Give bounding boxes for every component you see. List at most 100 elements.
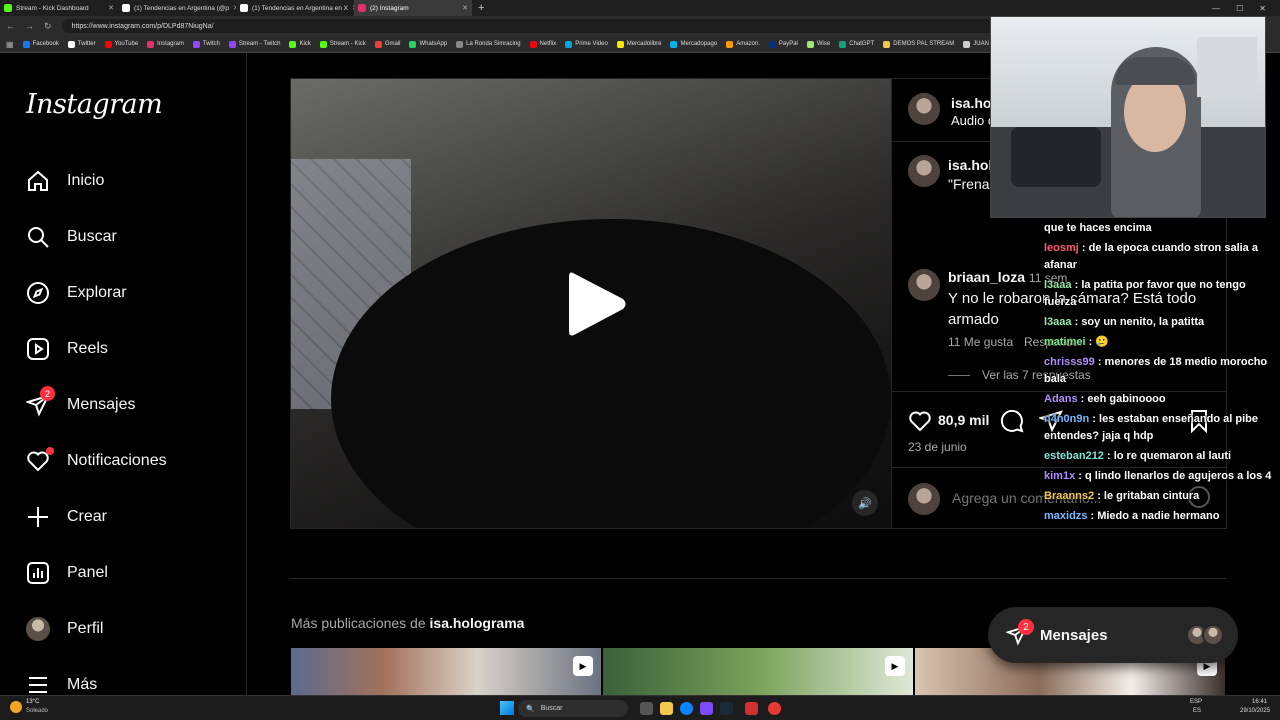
maximize-button[interactable]: ☐ — [1236, 4, 1243, 13]
sidebar-item-buscar[interactable]: Buscar — [26, 221, 117, 253]
chat-username[interactable]: l3aaa — [1044, 279, 1072, 291]
bookmark-icon — [192, 40, 200, 48]
bookmark[interactable]: ChatGPT — [839, 40, 874, 48]
taskbar-search[interactable]: 🔍 Buscar — [518, 700, 628, 717]
close-tab-icon[interactable]: ✕ — [108, 4, 114, 12]
bookmark[interactable]: La Ronda Simracing — [456, 40, 521, 48]
chat-username[interactable]: matimei — [1044, 336, 1086, 348]
sidebar-item-mensajes[interactable]: 2 Mensajes — [26, 386, 135, 421]
sidebar-item-explorar[interactable]: Explorar — [26, 277, 127, 309]
comment-username[interactable]: briaan_loza — [948, 269, 1025, 285]
chat-username[interactable]: maxidzs — [1044, 510, 1087, 522]
messages-pill[interactable]: 2 Mensajes — [988, 607, 1238, 663]
app-icon[interactable] — [768, 702, 781, 715]
bookmark[interactable]: Mercadolibre — [616, 40, 661, 48]
bookmark[interactable]: Stream - Twitch — [228, 40, 280, 48]
bookmark[interactable]: Twitch — [192, 40, 220, 48]
chat-text: soy un nenito, la patitta — [1081, 316, 1205, 328]
comment-likes[interactable]: 11 Me gusta — [948, 335, 1013, 349]
back-icon[interactable]: ← — [6, 21, 15, 31]
sidebar-item-label: Notificaciones — [67, 452, 167, 469]
instagram-logo[interactable]: Instagram — [26, 89, 163, 120]
post-thumbnail[interactable]: ▶ — [603, 648, 913, 695]
comment-icon[interactable] — [1000, 409, 1024, 433]
close-tab-icon[interactable]: ✕ — [462, 4, 468, 12]
sidebar-item-label: Explorar — [67, 284, 127, 301]
bookmark[interactable]: Instagram — [147, 40, 184, 48]
sidebar-item-reels[interactable]: Reels — [26, 333, 108, 365]
play-icon[interactable] — [561, 269, 631, 339]
chat-username[interactable]: n4n0n9n — [1044, 413, 1089, 425]
reload-icon[interactable]: ↻ — [44, 21, 52, 32]
bookmark[interactable]: Prime Video — [565, 40, 608, 48]
language-label[interactable]: ESP — [1190, 699, 1202, 705]
clock-time[interactable]: 16:41 — [1252, 699, 1267, 705]
sidebar-item-inicio[interactable]: Inicio — [26, 165, 104, 197]
bookmark[interactable]: Facebook — [22, 40, 59, 48]
app-icon[interactable] — [700, 702, 713, 715]
bookmark[interactable]: Wise — [806, 40, 831, 48]
bookmark[interactable]: Amazon. — [726, 40, 760, 48]
browser-tab[interactable]: (1) Tendencias en Argentina en X✕ — [236, 0, 354, 16]
sidebar-item-perfil[interactable]: Perfil — [26, 613, 103, 645]
browser-tab[interactable]: (1) Tendencias en Argentina (@p ✕ — [118, 0, 236, 16]
bookmark[interactable]: PayPal — [768, 40, 798, 48]
likes-count[interactable]: 80,9 mil — [938, 412, 989, 428]
video-player[interactable]: 🔊 — [291, 79, 891, 528]
bookmark-label: Netflix — [539, 41, 557, 47]
webcam-overlay — [990, 16, 1266, 218]
close-window-button[interactable]: ✕ — [1259, 4, 1266, 13]
bookmark[interactable]: Kick — [289, 40, 311, 48]
chat-username[interactable]: l3aaa — [1044, 316, 1072, 328]
sidebar-item-crear[interactable]: Crear — [26, 501, 107, 533]
chat-username[interactable]: esteban212 — [1044, 450, 1104, 462]
webcam-cap — [1115, 57, 1195, 85]
bookmark-label: Wise — [816, 41, 831, 47]
minimize-button[interactable]: — — [1212, 4, 1220, 13]
caption-avatar[interactable] — [908, 155, 940, 187]
task-view-icon[interactable] — [640, 702, 653, 715]
bookmark-icon — [963, 40, 971, 48]
chat-username[interactable]: kim1x — [1044, 470, 1075, 482]
app-icon[interactable] — [745, 702, 758, 715]
video-frame-shadow — [331, 219, 891, 528]
bookmark-label: PayPal — [778, 41, 798, 47]
volume-icon[interactable]: 🔊 — [852, 490, 878, 516]
author-avatar[interactable] — [908, 93, 940, 125]
author-username[interactable]: isa.hol — [951, 95, 995, 111]
bookmark[interactable]: Twitter — [67, 40, 96, 48]
chat-username[interactable]: chrisss99 — [1044, 356, 1095, 368]
bookmark[interactable]: Stream - Kick — [319, 40, 366, 48]
post-thumbnail[interactable]: ▶ — [291, 648, 601, 695]
file-explorer-icon[interactable] — [660, 702, 673, 715]
bookmark[interactable]: DEMOS PAL STREAM — [883, 40, 954, 48]
chat-username[interactable]: Adans — [1044, 393, 1078, 405]
apps-icon[interactable]: ▦ — [6, 40, 14, 49]
edge-icon[interactable] — [680, 702, 693, 715]
like-icon[interactable] — [908, 409, 932, 433]
tab-favicon-icon — [122, 4, 130, 12]
steam-icon[interactable] — [720, 702, 733, 715]
comment-avatar[interactable] — [908, 269, 940, 301]
reels-icon — [27, 338, 49, 360]
start-icon[interactable] — [500, 701, 514, 715]
bookmark[interactable]: Mercadopago — [670, 40, 717, 48]
chat-username[interactable]: Braanns2 — [1044, 490, 1094, 502]
browser-tab[interactable]: (2) Instagram ✕ — [354, 0, 472, 16]
audio-label[interactable]: Audio o — [951, 113, 995, 128]
url-field[interactable]: https://www.instagram.com/p/DLPd87NiugNa… — [61, 19, 1042, 33]
sidebar-item-notificaciones[interactable]: Notificaciones — [26, 445, 167, 477]
more-posts-user[interactable]: isa.holograma — [430, 615, 525, 631]
bookmark[interactable]: YouTube — [104, 40, 138, 48]
sidebar-item-panel[interactable]: Panel — [26, 557, 108, 589]
chat-username[interactable]: leosmj — [1044, 242, 1079, 254]
new-tab-button[interactable]: + — [472, 2, 490, 14]
weather-icon[interactable] — [10, 701, 22, 713]
bookmark[interactable]: WhatsApp — [409, 40, 447, 48]
forward-icon[interactable]: → — [25, 21, 34, 31]
browser-tab[interactable]: Stream - Kick Dashboard ✕ — [0, 0, 118, 16]
bookmark[interactable]: Gmail — [374, 40, 400, 48]
menu-icon — [29, 677, 47, 693]
bookmark[interactable]: Netflix — [529, 40, 557, 48]
bookmark-icon — [726, 40, 734, 48]
